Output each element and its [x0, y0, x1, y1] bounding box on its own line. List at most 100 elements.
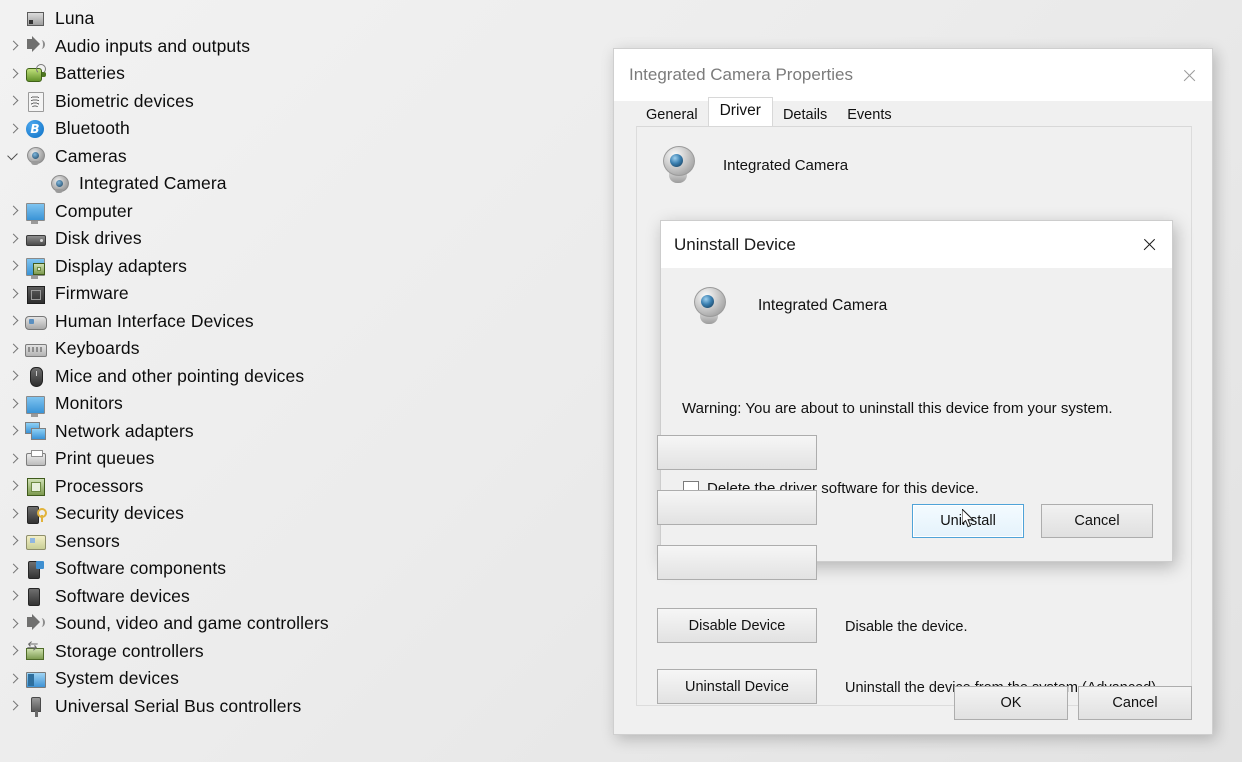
tree-item-computer[interactable]: Computer: [0, 198, 612, 226]
tree-item-batteries[interactable]: Batteries: [0, 60, 612, 88]
tree-item-label: Storage controllers: [55, 640, 204, 661]
tree-item-label: Computer: [55, 200, 133, 221]
expand-chevron-root[interactable]: [4, 7, 24, 31]
chevron-right-icon[interactable]: [4, 667, 24, 691]
network-adapter-icon: [24, 420, 46, 442]
tree-item-root[interactable]: Luna: [0, 5, 612, 33]
tree-item-keyboards[interactable]: Keyboards: [0, 335, 612, 363]
camera-icon: [657, 143, 701, 187]
chevron-right-icon[interactable]: [4, 282, 24, 306]
ok-button[interactable]: OK: [954, 686, 1068, 720]
chevron-right-icon[interactable]: [4, 337, 24, 361]
chevron-right-icon[interactable]: [4, 557, 24, 581]
chevron-right-icon[interactable]: [4, 62, 24, 86]
chevron-right-icon[interactable]: [4, 529, 24, 553]
close-icon: [1182, 68, 1197, 83]
tree-item-mice-and-other-pointing-devices[interactable]: Mice and other pointing devices: [0, 363, 612, 391]
camera-icon: [24, 145, 46, 167]
system-device-icon: [24, 668, 46, 690]
chevron-right-icon[interactable]: [4, 199, 24, 223]
battery-icon: [24, 63, 46, 85]
tab-general[interactable]: General: [636, 103, 708, 128]
tree-item-display-adapters[interactable]: Display adapters: [0, 253, 612, 281]
chevron-right-icon[interactable]: [4, 364, 24, 388]
chevron-right-icon[interactable]: [4, 639, 24, 663]
disable-device-button[interactable]: Disable Device: [657, 608, 817, 643]
update-driver-button[interactable]: [657, 490, 817, 525]
chevron-right-icon[interactable]: [4, 392, 24, 416]
tree-item-label: Firmware: [55, 283, 129, 304]
modal-device-row: Integrated Camera: [661, 268, 1172, 328]
tab-events[interactable]: Events: [837, 103, 902, 128]
tree-item-software-devices[interactable]: Software devices: [0, 583, 612, 611]
tree-item-system-devices[interactable]: System devices: [0, 665, 612, 693]
tree-item-label: Luna: [55, 8, 95, 29]
tree-item-label: Human Interface Devices: [55, 310, 254, 331]
software-component-icon: [24, 558, 46, 580]
storage-controller-icon: ⇆: [24, 639, 46, 662]
display-adapter-icon: [24, 255, 46, 280]
chevron-placeholder: [28, 172, 48, 196]
chevron-right-icon[interactable]: [4, 447, 24, 471]
modal-cancel-button[interactable]: Cancel: [1041, 504, 1153, 538]
tree-item-label: Software components: [55, 558, 227, 579]
tree-item-biometric-devices[interactable]: Biometric devices: [0, 88, 612, 116]
tree-item-bluetooth[interactable]: Bluetooth: [0, 115, 612, 143]
chevron-right-icon[interactable]: [4, 502, 24, 526]
tree-item-label: Print queues: [55, 448, 155, 469]
uninstall-button[interactable]: Uninstall: [912, 504, 1024, 538]
device-manager-tree[interactable]: Luna Audio inputs and outputs Batteries …: [0, 0, 612, 762]
fingerprint-icon: [24, 90, 46, 113]
tree-item-label: Biometric devices: [55, 90, 194, 111]
tree-item-label: Cameras: [55, 145, 127, 166]
tree-item-label: Keyboards: [55, 338, 140, 359]
tree-item-storage-controllers[interactable]: ⇆ Storage controllers: [0, 638, 612, 666]
device-name: Integrated Camera: [723, 156, 849, 174]
tab-details[interactable]: Details: [772, 103, 838, 128]
modal-button-row: Uninstall Cancel: [895, 504, 1153, 538]
speaker-icon: [24, 35, 46, 57]
chevron-right-icon[interactable]: [4, 612, 24, 636]
chevron-right-icon[interactable]: [4, 34, 24, 58]
properties-tabstrip[interactable]: General Driver Details Events: [614, 97, 1212, 128]
tree-item-label: Bluetooth: [55, 118, 130, 139]
tree-item-disk-drives[interactable]: Disk drives: [0, 225, 612, 253]
tree-item-integrated-camera[interactable]: Integrated Camera: [0, 170, 612, 198]
tree-item-sensors[interactable]: Sensors: [0, 528, 612, 556]
chevron-right-icon[interactable]: [4, 694, 24, 718]
tree-item-label: Disk drives: [55, 228, 142, 249]
modal-close-button[interactable]: [1126, 221, 1172, 268]
tree-item-processors[interactable]: Processors: [0, 473, 612, 501]
tree-item-monitors[interactable]: Monitors: [0, 390, 612, 418]
tree-item-label: Audio inputs and outputs: [55, 35, 251, 56]
driver-details-button[interactable]: [657, 435, 817, 470]
tree-item-label: Sensors: [55, 530, 120, 551]
bluetooth-icon: [24, 118, 46, 140]
roll-back-driver-button[interactable]: [657, 545, 817, 580]
tree-item-security-devices[interactable]: Security devices: [0, 500, 612, 528]
tree-item-print-queues[interactable]: Print queues: [0, 445, 612, 473]
tree-item-network-adapters[interactable]: Network adapters: [0, 418, 612, 446]
chevron-right-icon[interactable]: [4, 419, 24, 443]
tab-driver[interactable]: Driver: [707, 97, 773, 126]
tree-item-sound-video-and-game-controllers[interactable]: Sound, video and game controllers: [0, 610, 612, 638]
tree-item-label: Processors: [55, 475, 144, 496]
chevron-right-icon[interactable]: [4, 309, 24, 333]
chevron-right-icon[interactable]: [4, 89, 24, 113]
tree-item-universal-serial-bus-controllers[interactable]: Universal Serial Bus controllers: [0, 693, 612, 721]
chevron-right-icon[interactable]: [4, 227, 24, 251]
chevron-right-icon[interactable]: [4, 474, 24, 498]
disk-icon: [24, 228, 46, 250]
tree-item-audio-inputs-and-outputs[interactable]: Audio inputs and outputs: [0, 33, 612, 61]
tree-item-human-interface-devices[interactable]: Human Interface Devices: [0, 308, 612, 336]
cancel-button[interactable]: Cancel: [1078, 686, 1192, 720]
tree-item-firmware[interactable]: Firmware: [0, 280, 612, 308]
chevron-right-icon[interactable]: [4, 117, 24, 141]
chevron-right-icon[interactable]: [4, 254, 24, 278]
tree-item-cameras[interactable]: Cameras: [0, 143, 612, 171]
chevron-down-icon[interactable]: [4, 144, 24, 168]
chevron-right-icon[interactable]: [4, 584, 24, 608]
tree-item-software-components[interactable]: Software components: [0, 555, 612, 583]
close-icon: [1142, 237, 1157, 252]
close-button[interactable]: [1166, 49, 1212, 101]
